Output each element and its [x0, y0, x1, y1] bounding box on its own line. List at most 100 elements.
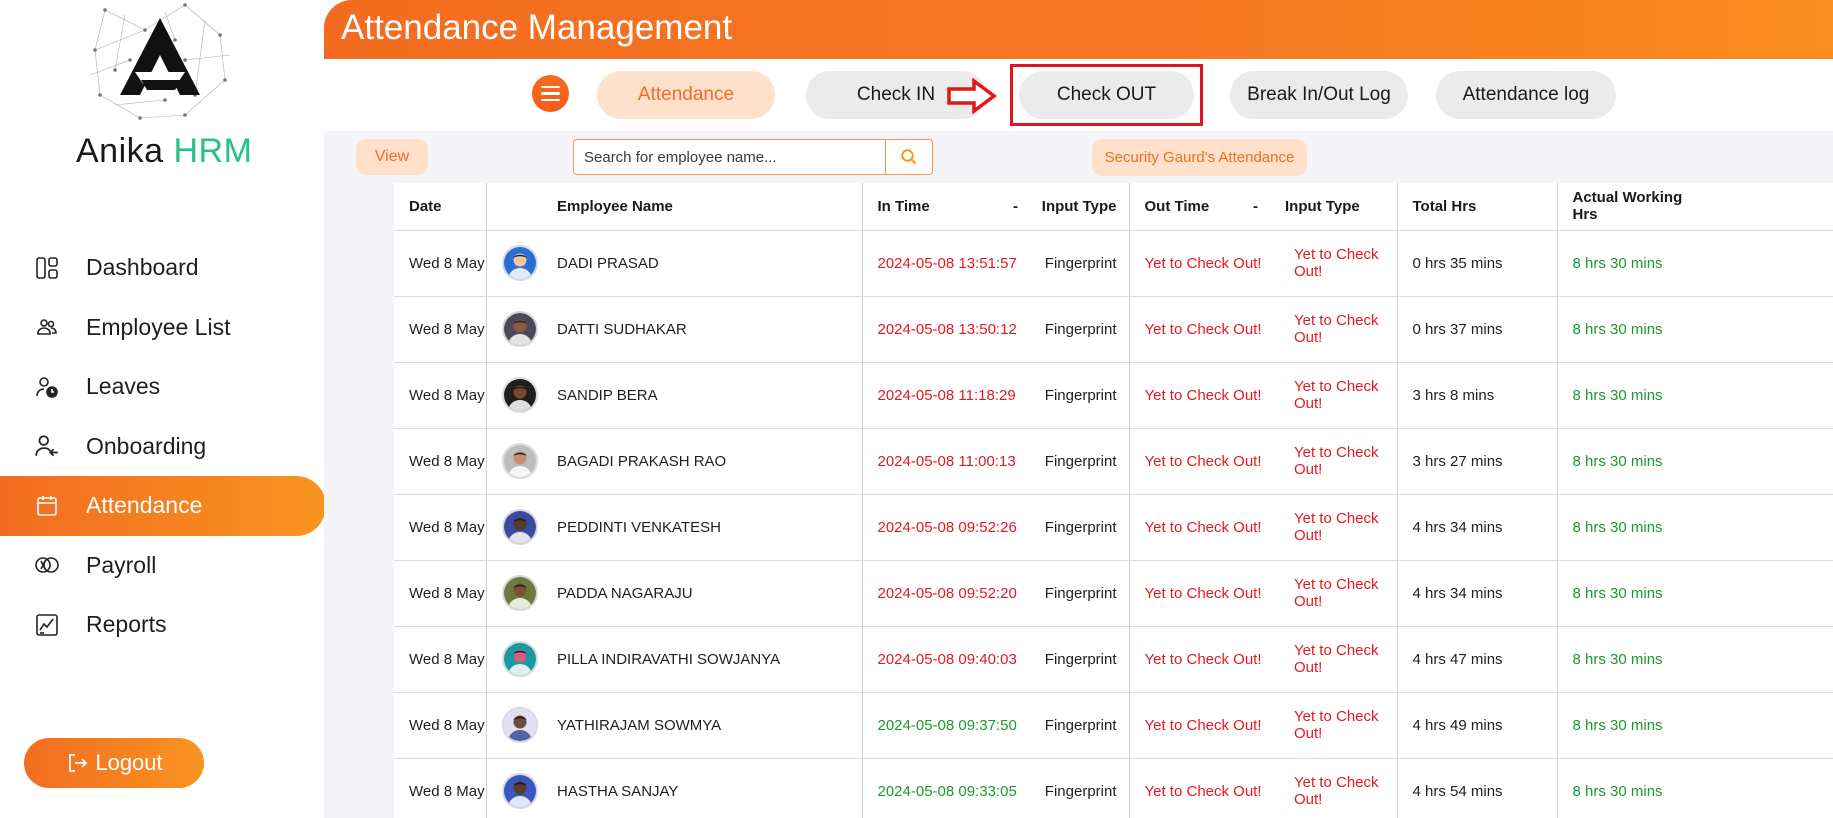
cell-total-hrs: 3 hrs 8 mins [1396, 362, 1557, 429]
cell-input-type: Fingerprint [1026, 296, 1129, 363]
col-header-total-hrs[interactable]: Total Hrs [1396, 183, 1557, 231]
col-header-input-type[interactable]: Input Type [1026, 183, 1129, 231]
table-row[interactable]: Wed 8 May PILLA INDIRAVATHI SOWJANYA 2024-… [394, 626, 1833, 693]
avatar[interactable] [501, 311, 538, 347]
cell-out-time: Yet to Check Out! [1128, 296, 1270, 363]
cell-actual-hrs: 8 hrs 30 mins [1556, 626, 1697, 693]
cell-extra [1697, 560, 1833, 627]
tab-toolbar: Attendance Check IN Check OUT Break In/O… [324, 59, 1833, 131]
sidebar-item-label: Attendance [86, 492, 203, 519]
security-guard-attendance-button[interactable]: Security Gaurd's Attendance [1092, 139, 1307, 176]
page-title: Attendance Management [341, 8, 733, 47]
cell-date: Wed 8 May [394, 692, 486, 759]
cell-avatar [485, 692, 542, 759]
employees-icon [32, 312, 62, 342]
col-header-actual-hrs[interactable]: Actual Working Hrs [1556, 183, 1697, 231]
cell-extra [1697, 230, 1833, 297]
avatar[interactable] [501, 575, 538, 611]
sidebar-item-reports[interactable]: Reports [0, 595, 326, 655]
app-root: Anika HRM Dashboard Employee List Leaves [0, 0, 1833, 818]
cell-actual-hrs: 8 hrs 30 mins [1556, 428, 1697, 495]
table-row[interactable]: Wed 8 May PEDDINTI VENKATESH 2024-05-08 09… [394, 494, 1833, 561]
avatar[interactable] [501, 707, 538, 743]
cell-out-input-type: Yet to Check Out! [1270, 692, 1397, 759]
cell-employee-name: YATHIRAJAM SOWMYA [542, 692, 862, 759]
cell-employee-name: BAGADI PRAKASH RAO [542, 428, 862, 495]
cell-actual-hrs: 8 hrs 30 mins [1556, 494, 1697, 561]
cell-in-time: 2024-05-08 09:33:05 [861, 758, 1026, 818]
table-row[interactable]: Wed 8 May SANDIP BERA 2024-05-08 11:18:29 F… [394, 362, 1833, 429]
cell-total-hrs: 4 hrs 34 mins [1396, 494, 1557, 561]
cell-in-time: 2024-05-08 09:52:20 [861, 560, 1026, 627]
avatar[interactable] [501, 443, 538, 479]
cell-out-time: Yet to Check Out! [1128, 626, 1270, 693]
col-header-out-time[interactable]: Out Time - [1128, 183, 1270, 231]
leaves-icon [32, 372, 62, 402]
col-header-extra [1697, 183, 1833, 231]
avatar[interactable] [501, 641, 538, 677]
cell-extra [1697, 362, 1833, 429]
col-header-in-time[interactable]: In Time - [861, 183, 1026, 231]
sidebar-item-dashboard[interactable]: Dashboard [0, 238, 326, 298]
cell-extra [1697, 428, 1833, 495]
cell-total-hrs: 0 hrs 35 mins [1396, 230, 1557, 297]
search-bar [573, 139, 933, 175]
table-body: Wed 8 May DADI PRASAD 2024-05-08 13:51:57 F… [394, 230, 1833, 818]
table-row[interactable]: Wed 8 May BAGADI PRAKASH RAO 2024-05-08 11… [394, 428, 1833, 495]
cell-extra [1697, 296, 1833, 363]
hamburger-icon-bar [541, 85, 560, 89]
table-row[interactable]: Wed 8 May HASTHA SANJAY 2024-05-08 09:33:0… [394, 758, 1833, 818]
cell-out-input-type: Yet to Check Out! [1270, 626, 1397, 693]
table-row[interactable]: Wed 8 May DADI PRASAD 2024-05-08 13:51:57 F… [394, 230, 1833, 297]
tab-attendance-log[interactable]: Attendance log [1436, 71, 1616, 119]
cell-employee-name: PILLA INDIRAVATHI SOWJANYA [542, 626, 862, 693]
sidebar-item-employee-list[interactable]: Employee List [0, 298, 326, 358]
cell-in-time: 2024-05-08 11:00:13 [861, 428, 1026, 495]
sidebar-item-leaves[interactable]: Leaves [0, 357, 326, 417]
col-header-employee-name[interactable]: Employee Name [542, 183, 862, 231]
cell-out-input-type: Yet to Check Out! [1270, 362, 1397, 429]
menu-toggle-button[interactable] [532, 75, 569, 112]
cell-actual-hrs: 8 hrs 30 mins [1556, 692, 1697, 759]
cell-avatar [485, 494, 542, 561]
sidebar-item-attendance[interactable]: Attendance [0, 476, 326, 536]
sidebar-item-onboarding[interactable]: Onboarding [0, 417, 326, 477]
payroll-icon [32, 550, 62, 580]
view-button[interactable]: View [356, 139, 428, 175]
sidebar-item-payroll[interactable]: Payroll [0, 536, 326, 596]
out-time-separator: - [1253, 197, 1258, 215]
avatar[interactable] [501, 245, 538, 281]
cell-input-type: Fingerprint [1026, 692, 1129, 759]
search-button[interactable] [885, 139, 933, 175]
dashboard-icon [32, 253, 62, 283]
cell-input-type: Fingerprint [1026, 230, 1129, 297]
table-row[interactable]: Wed 8 May DATTI SUDHAKAR 2024-05-08 13:50:… [394, 296, 1833, 363]
tab-attendance[interactable]: Attendance [597, 71, 775, 119]
col-header-date[interactable]: Date [394, 183, 486, 231]
cell-employee-name: SANDIP BERA [542, 362, 862, 429]
arrow-right-icon [947, 78, 997, 114]
cell-total-hrs: 4 hrs 47 mins [1396, 626, 1557, 693]
col-header-out-input-type[interactable]: Input Type [1270, 183, 1397, 231]
cell-out-time: Yet to Check Out! [1128, 758, 1270, 818]
tab-break-log[interactable]: Break In/Out Log [1230, 71, 1408, 119]
avatar[interactable] [501, 509, 538, 545]
cell-date: Wed 8 May [394, 362, 486, 429]
table-row[interactable]: Wed 8 May PADDA NAGARAJU 2024-05-08 09:52:… [394, 560, 1833, 627]
cell-actual-hrs: 8 hrs 30 mins [1556, 560, 1697, 627]
page-header: Attendance Management [324, 0, 1833, 59]
cell-out-input-type: Yet to Check Out! [1270, 428, 1397, 495]
search-input[interactable] [573, 139, 885, 175]
logout-button[interactable]: Logout [24, 738, 204, 788]
table-row[interactable]: Wed 8 May YATHIRAJAM SOWMYA 2024-05-08 09:… [394, 692, 1833, 759]
cell-date: Wed 8 May [394, 494, 486, 561]
logout-icon [65, 751, 89, 775]
sidebar-item-label: Onboarding [86, 432, 207, 459]
brand-name: Anika HRM [76, 132, 252, 171]
avatar[interactable] [501, 773, 538, 809]
avatar[interactable] [501, 377, 538, 413]
onboarding-icon [32, 431, 62, 461]
cell-out-time: Yet to Check Out! [1128, 560, 1270, 627]
cell-extra [1697, 692, 1833, 759]
cell-in-time: 2024-05-08 13:51:57 [861, 230, 1026, 297]
